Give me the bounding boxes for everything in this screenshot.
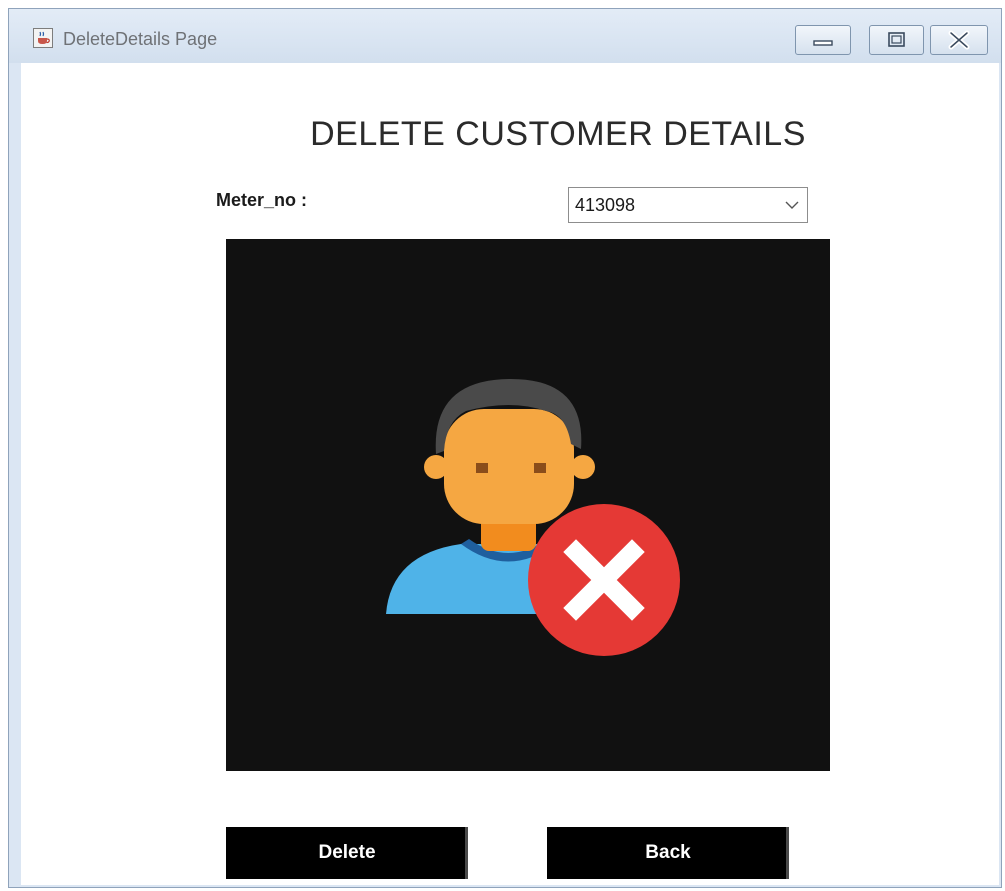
content-area: DELETE CUSTOMER DETAILS Meter_no : 41309… xyxy=(21,63,999,885)
minimize-icon xyxy=(796,26,850,54)
delete-user-icon xyxy=(226,239,830,771)
meter-no-label: Meter_no : xyxy=(216,190,308,210)
maximize-icon xyxy=(870,26,923,54)
minimize-button[interactable] xyxy=(795,25,851,55)
maximize-button[interactable] xyxy=(869,25,924,55)
meter-no-dropdown[interactable]: 413098 xyxy=(568,187,808,223)
close-button[interactable] xyxy=(930,25,988,55)
back-button[interactable]: Back xyxy=(547,827,789,879)
delete-button[interactable]: Delete xyxy=(226,827,468,879)
delete-user-image xyxy=(226,239,830,771)
page-title: DELETE CUSTOMER DETAILS xyxy=(310,115,806,153)
window-title: DeleteDetails Page xyxy=(63,29,218,49)
meter-no-selected-value: 413098 xyxy=(575,195,636,215)
app-window: DeleteDetails Page DELETE CUSTOMER DETAI… xyxy=(8,8,1002,888)
close-icon xyxy=(931,26,987,54)
title-bar[interactable]: DeleteDetails Page xyxy=(9,9,1001,63)
chevron-down-icon xyxy=(785,200,799,210)
java-cup-icon xyxy=(33,28,53,48)
